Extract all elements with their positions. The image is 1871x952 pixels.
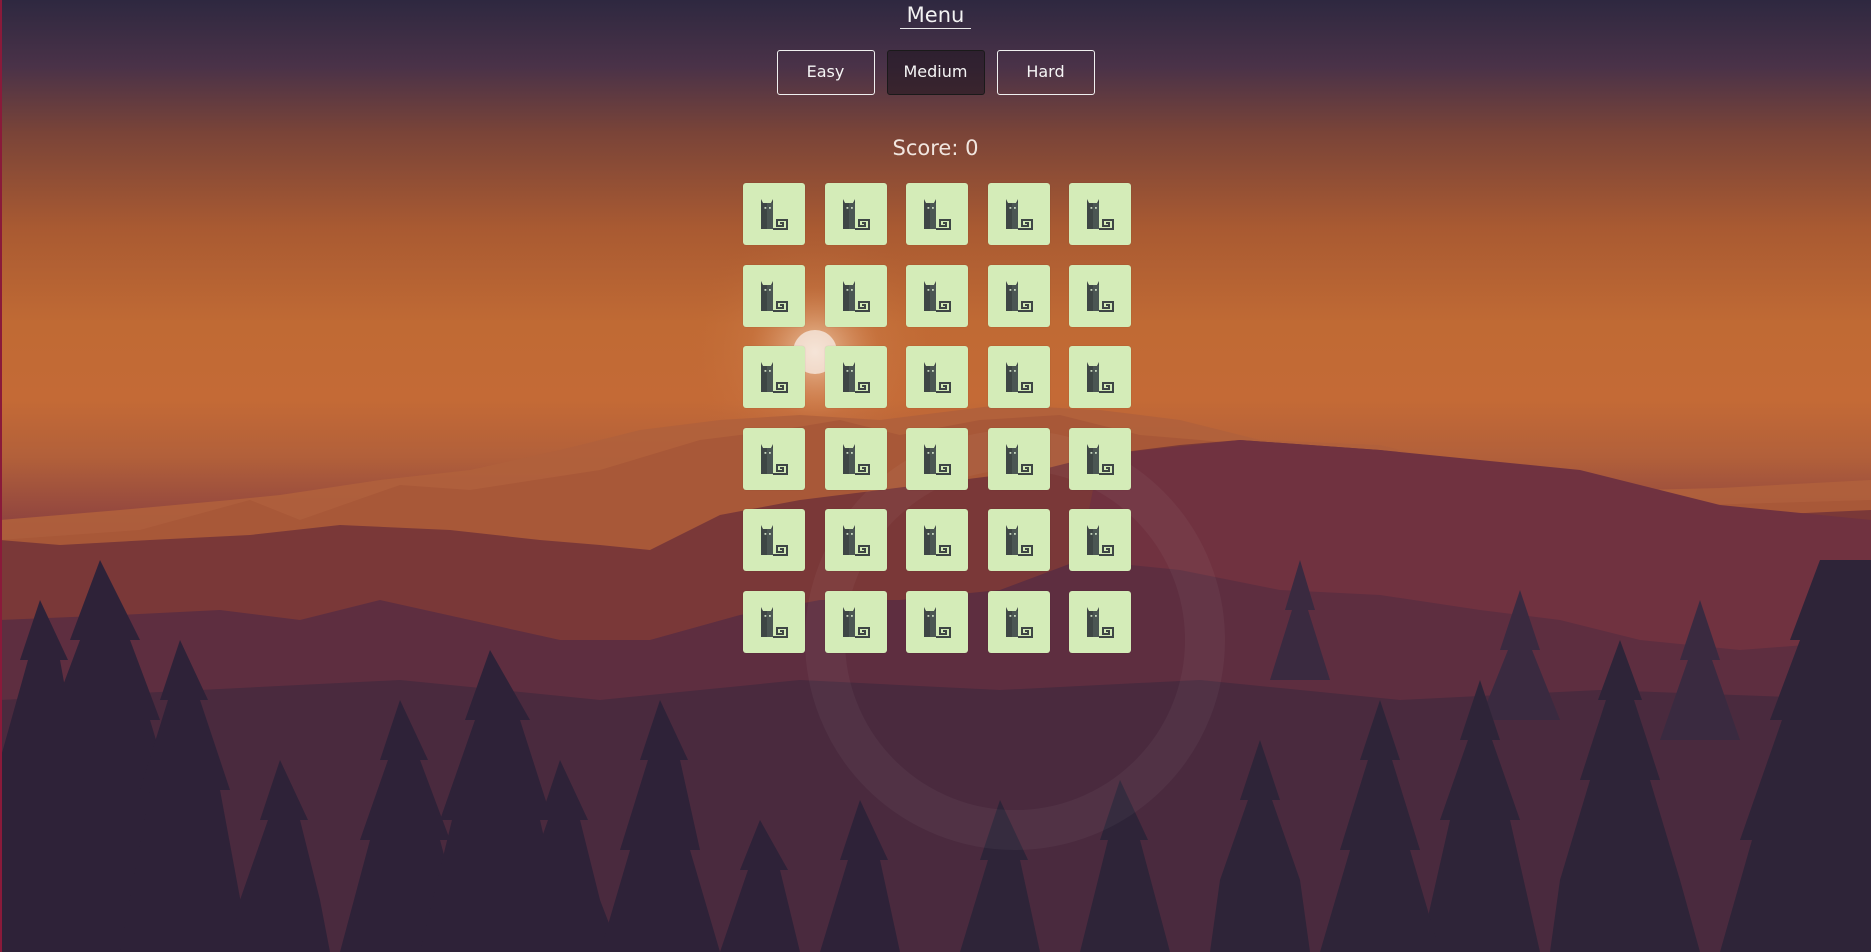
memory-card[interactable] [1069, 509, 1131, 571]
difficulty-selector: Easy Medium Hard [0, 50, 1871, 95]
card-grid [743, 183, 1131, 653]
memory-card[interactable] [743, 509, 805, 571]
memory-card[interactable] [987, 183, 1050, 245]
memory-card[interactable] [906, 346, 968, 408]
memory-card[interactable] [824, 346, 887, 408]
memory-card[interactable] [1069, 590, 1131, 653]
cat-icon [996, 271, 1042, 321]
memory-card[interactable] [1069, 183, 1131, 245]
cat-icon [914, 597, 960, 647]
memory-card[interactable] [906, 590, 968, 653]
cat-icon [833, 271, 879, 321]
memory-card[interactable] [743, 346, 805, 408]
memory-card[interactable] [824, 183, 887, 245]
cat-icon [996, 597, 1042, 647]
cat-icon [1077, 271, 1123, 321]
cat-icon [751, 515, 797, 565]
cat-icon [833, 189, 879, 239]
memory-card[interactable] [987, 346, 1050, 408]
score-display: Score: 0 [892, 136, 979, 160]
memory-card[interactable] [824, 264, 887, 327]
memory-card[interactable] [987, 264, 1050, 327]
memory-card[interactable] [1069, 427, 1131, 490]
easy-button[interactable]: Easy [776, 50, 875, 95]
memory-card[interactable] [1069, 264, 1131, 327]
cat-icon [833, 597, 879, 647]
cat-icon [751, 434, 797, 484]
medium-button[interactable]: Medium [886, 50, 985, 95]
cat-icon [914, 189, 960, 239]
hard-button[interactable]: Hard [996, 50, 1095, 95]
memory-card[interactable] [743, 427, 805, 490]
memory-card[interactable] [987, 509, 1050, 571]
memory-card[interactable] [906, 264, 968, 327]
cat-icon [833, 515, 879, 565]
cat-icon [1077, 597, 1123, 647]
menu-header: Menu [0, 0, 1871, 29]
cat-icon [751, 352, 797, 402]
cat-icon [914, 515, 960, 565]
cat-icon [996, 515, 1042, 565]
memory-card[interactable] [743, 264, 805, 327]
cat-icon [1077, 434, 1123, 484]
cat-icon [1077, 515, 1123, 565]
cat-icon [914, 434, 960, 484]
memory-card[interactable] [824, 427, 887, 490]
memory-card[interactable] [906, 427, 968, 490]
cat-icon [996, 434, 1042, 484]
memory-card[interactable] [987, 590, 1050, 653]
memory-card[interactable] [743, 183, 805, 245]
cat-icon [1077, 189, 1123, 239]
cat-icon [996, 352, 1042, 402]
memory-card[interactable] [1069, 346, 1131, 408]
memory-card[interactable] [743, 590, 805, 653]
cat-icon [751, 597, 797, 647]
menu-title[interactable]: Menu [899, 4, 972, 29]
cat-icon [751, 271, 797, 321]
cat-icon [996, 189, 1042, 239]
cat-icon [914, 352, 960, 402]
cat-icon [833, 352, 879, 402]
cat-icon [914, 271, 960, 321]
cat-icon [833, 434, 879, 484]
memory-card[interactable] [987, 427, 1050, 490]
cat-icon [751, 189, 797, 239]
memory-card[interactable] [906, 509, 968, 571]
memory-card[interactable] [824, 590, 887, 653]
cat-icon [1077, 352, 1123, 402]
memory-card[interactable] [824, 509, 887, 571]
memory-card[interactable] [906, 183, 968, 245]
